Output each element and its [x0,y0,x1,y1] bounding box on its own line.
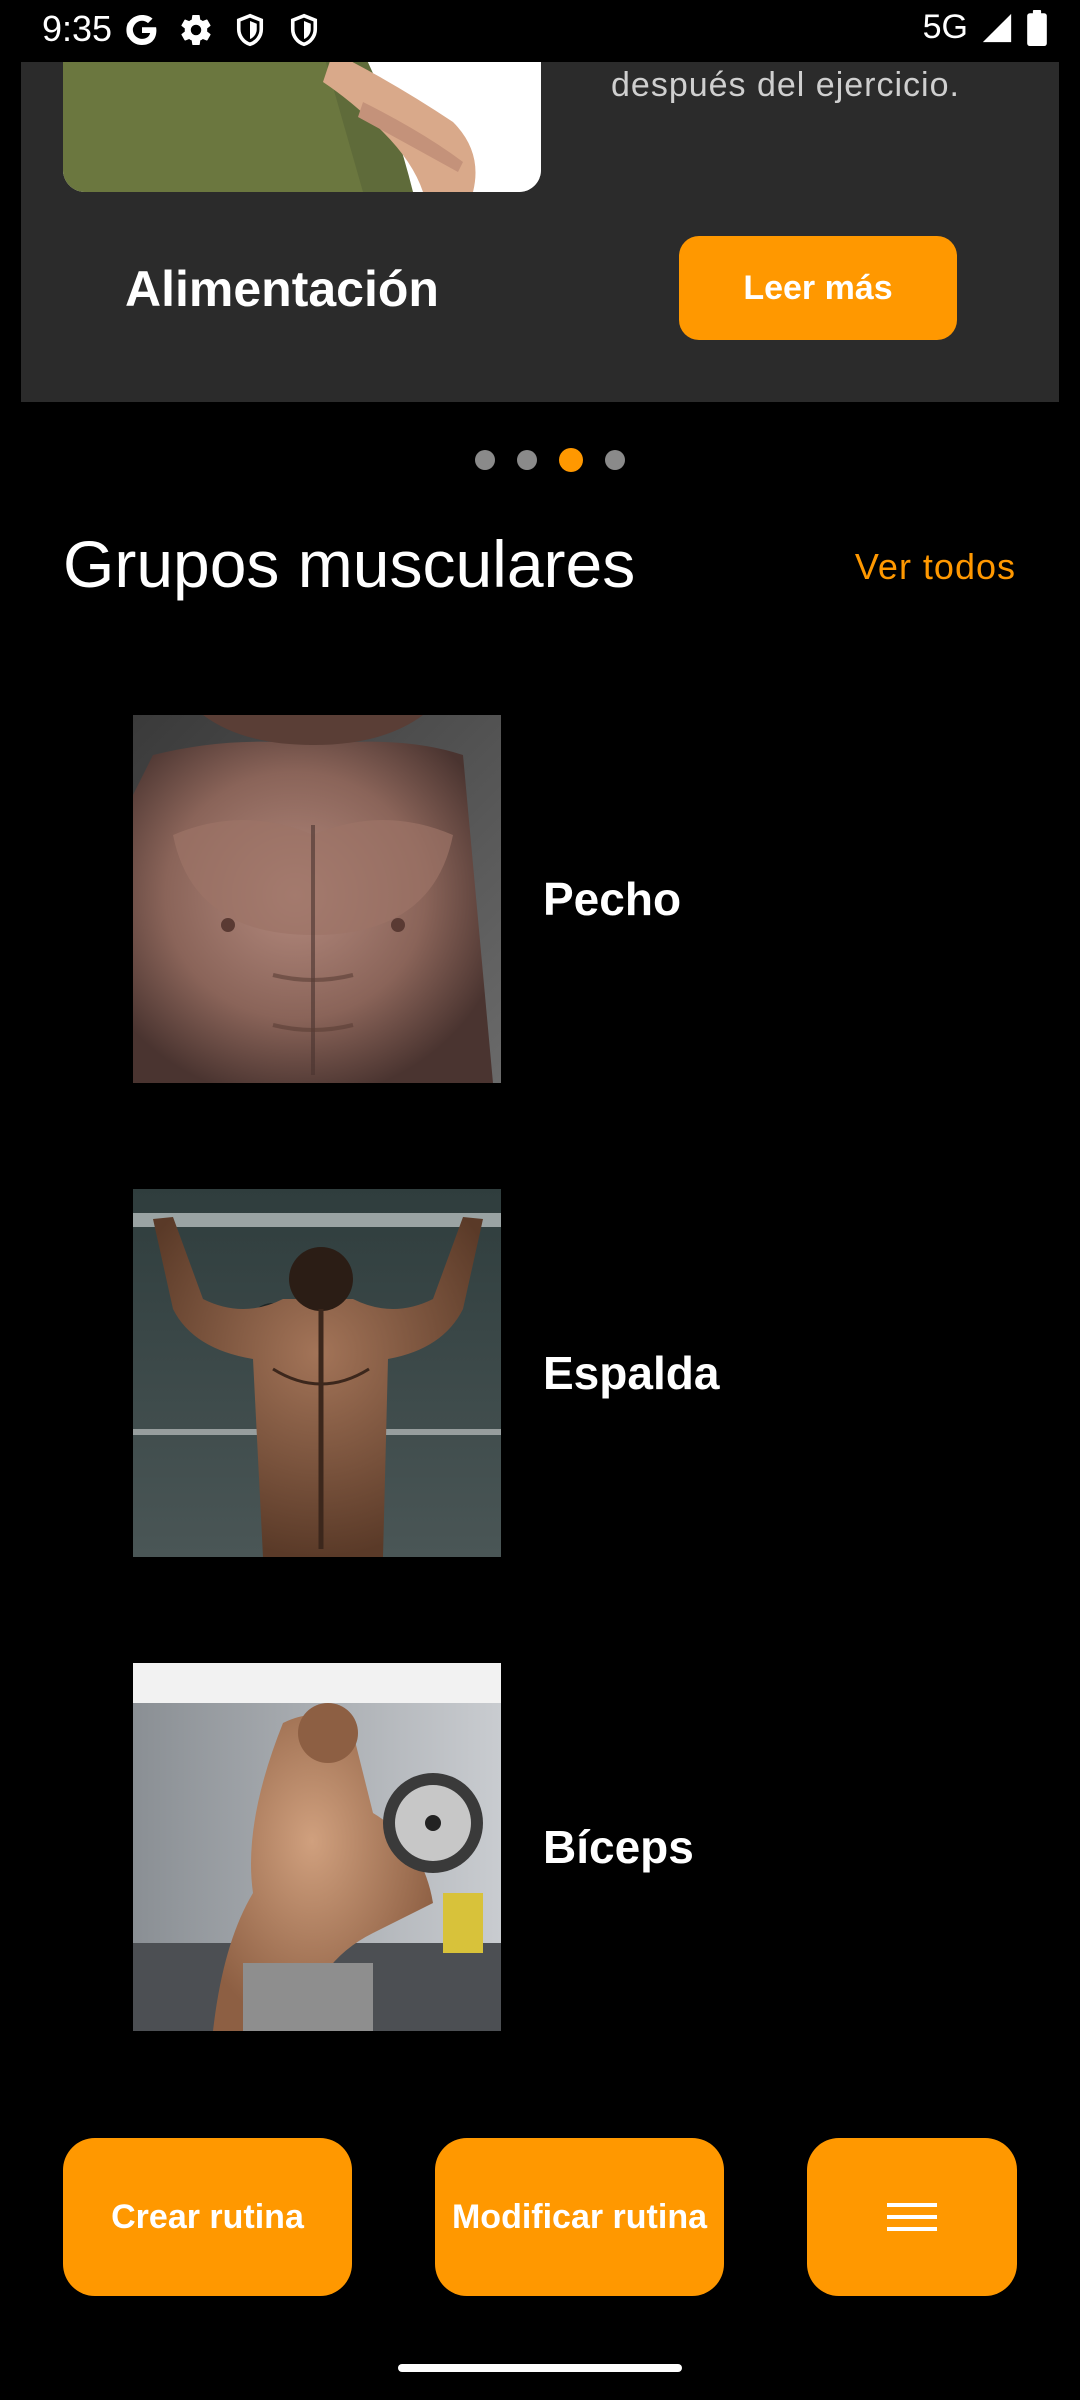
hamburger-menu-icon [887,2203,937,2231]
shield-icon [290,13,318,47]
battery-icon [1027,9,1047,46]
signal-icon [982,13,1012,42]
network-type: 5G [922,8,968,46]
google-icon [126,15,157,45]
muscle-group-name: Espalda [543,1347,720,1399]
section-title: Grupos musculares [63,527,636,601]
see-all-link[interactable]: Ver todos [855,546,1016,588]
menu-button[interactable] [807,2138,1017,2296]
status-bar: 9:35 5G [0,0,1080,62]
article-carousel-card[interactable]: después del ejercicio. Alimentación Leer… [21,62,1059,402]
muscle-group-item-biceps[interactable]: Bíceps [133,1663,953,2031]
article-category: Alimentación [125,261,439,317]
carousel-dot[interactable] [605,450,625,470]
back-image [133,1189,501,1557]
chest-image [133,715,501,1083]
settings-gear-icon [181,15,211,46]
modify-routine-button[interactable]: Modificar rutina [435,2138,724,2296]
muscle-group-name: Pecho [543,873,682,925]
carousel-dot[interactable] [517,450,537,470]
article-snippet: después del ejercicio. [611,66,960,104]
create-routine-button[interactable]: Crear rutina [63,2138,352,2296]
status-notification-icons [124,12,322,48]
status-system-icons: 5G [923,8,1048,47]
home-indicator[interactable] [398,2364,682,2372]
read-more-button[interactable]: Leer más [679,236,957,340]
status-time: 9:35 [42,8,113,49]
muscle-group-item-back[interactable]: Espalda [133,1189,953,1557]
biceps-image [133,1663,501,2031]
carousel-dot-active[interactable] [559,448,583,472]
shield-icon [236,13,264,47]
muscle-group-name: Bíceps [543,1821,694,1873]
carousel-page-indicator [0,448,1080,472]
muscle-group-item-chest[interactable]: Pecho [133,715,953,1083]
carousel-dot[interactable] [475,450,495,470]
article-image [63,62,541,192]
